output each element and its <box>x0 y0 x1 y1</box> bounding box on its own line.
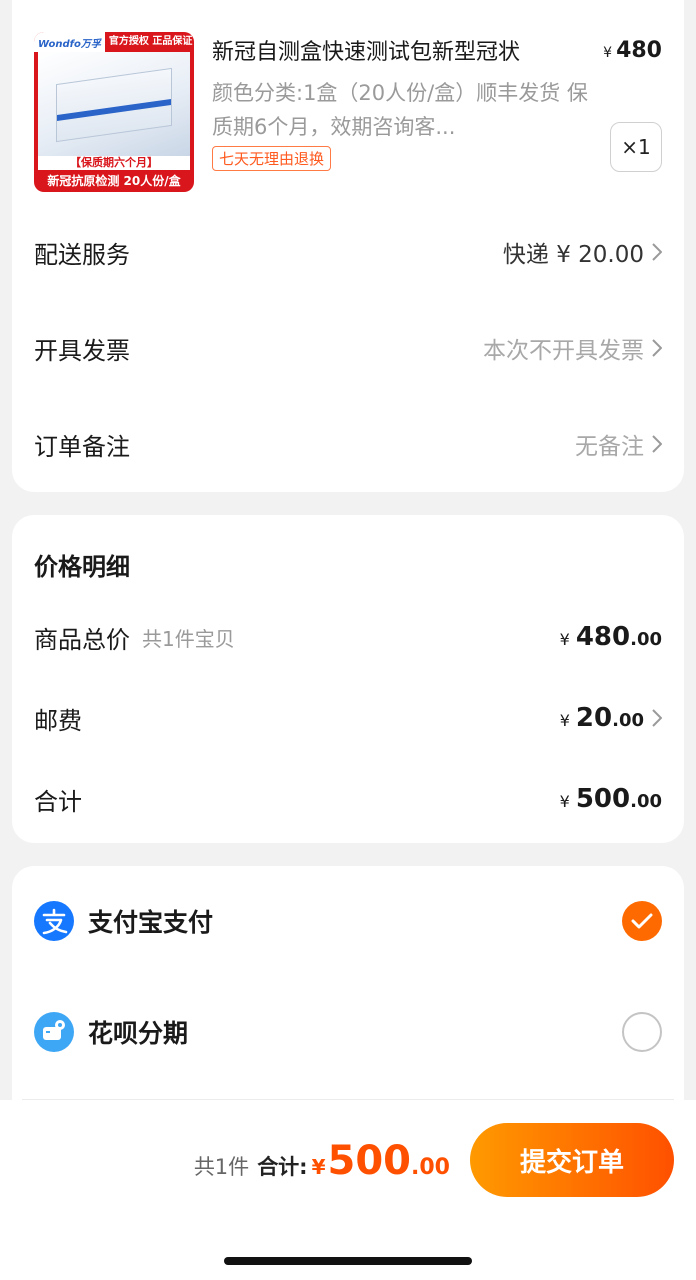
chevron-right-icon <box>652 243 662 261</box>
invoice-value-wrap: 本次不开具发票 <box>483 331 662 365</box>
huabei-radio-unchecked[interactable] <box>622 1012 662 1052</box>
invoice-label: 开具发票 <box>34 336 130 365</box>
goods-total-label: 商品总价 <box>34 625 130 654</box>
delivery-service-value: 快递 ¥ 20.00 <box>502 242 644 268</box>
product-price-symbol: ¥ <box>603 45 613 61</box>
product-image-shelf-life: 【保质期六个月】 <box>38 156 190 170</box>
checkout-total-decimal: .00 <box>411 1155 450 1180</box>
delivery-service-label: 配送服务 <box>34 240 130 269</box>
delivery-service-row[interactable]: 配送服务 快递 ¥ 20.00 <box>34 232 662 272</box>
order-note-row[interactable]: 订单备注 无备注 <box>34 424 662 464</box>
product-price: ¥480 <box>603 38 662 63</box>
goods-total-amount: ¥480.00 <box>559 622 662 652</box>
product-title[interactable]: 新冠自测盒快速测试包新型冠状 <box>212 34 582 66</box>
product-image-photo <box>38 52 190 156</box>
payment-option-huabei[interactable]: 花呗分期 <box>34 1010 662 1054</box>
invoice-row[interactable]: 开具发票 本次不开具发票 <box>34 328 662 368</box>
chevron-right-icon <box>652 709 662 727</box>
order-note-label: 订单备注 <box>34 432 130 461</box>
shipping-fee-row[interactable]: 邮费 ¥20.00 <box>34 698 662 738</box>
alipay-icon <box>34 901 74 941</box>
price-detail-card: 价格明细 商品总价 共1件宝贝 ¥480.00 邮费 ¥20.00 合计 ¥50… <box>12 515 684 843</box>
total-amount: ¥500.00 <box>559 784 662 814</box>
huabei-icon <box>34 1012 74 1052</box>
total-label: 合计 <box>34 787 82 816</box>
checkout-total-integer: 500 <box>327 1138 412 1184</box>
checkout-total: 共1件 合计: ¥ 500 .00 <box>194 1138 450 1184</box>
return-policy-tag: 七天无理由退换 <box>212 146 332 171</box>
checkout-bar: 共1件 合计: ¥ 500 .00 提交订单 <box>0 1100 696 1280</box>
invoice-value: 本次不开具发票 <box>483 338 644 364</box>
product-price-value: 480 <box>616 38 662 63</box>
huabei-label: 花呗分期 <box>88 1019 189 1048</box>
alipay-radio-checked[interactable] <box>622 901 662 941</box>
product-image-caption: 新冠抗原检测 20人份/盒 <box>47 174 181 188</box>
checkout-total-symbol: ¥ <box>311 1155 326 1179</box>
checkout-item-count: 共1件 <box>193 1155 250 1179</box>
delivery-service-value-wrap: 快递 ¥ 20.00 <box>503 235 662 269</box>
product-image-badge: 官方授权 正品保证 <box>104 32 194 52</box>
product-image[interactable]: Wondfo万孚 官方授权 正品保证 【保质期六个月】 新冠抗原检测 20人份/… <box>34 32 194 192</box>
price-detail-title: 价格明细 <box>34 553 130 581</box>
product-image-brand: Wondfo万孚 <box>38 38 101 50</box>
test-kit-box-graphic <box>56 67 172 143</box>
checkmark-icon <box>631 913 653 929</box>
product-spec: 颜色分类:1盒（20人份/盒）顺丰发货 保质期6个月，效期咨询客... <box>212 81 588 139</box>
home-indicator[interactable] <box>224 1257 472 1265</box>
goods-total-row: 商品总价 共1件宝贝 ¥480.00 <box>34 617 662 657</box>
order-card: Wondfo万孚 官方授权 正品保证 【保质期六个月】 新冠抗原检测 20人份/… <box>12 0 684 492</box>
payment-option-alipay[interactable]: 支付宝支付 <box>34 899 662 943</box>
alipay-label: 支付宝支付 <box>88 908 214 937</box>
shipping-fee-label: 邮费 <box>34 706 82 735</box>
submit-order-button[interactable]: 提交订单 <box>470 1123 674 1197</box>
product-image-banner: Wondfo万孚 官方授权 正品保证 <box>34 32 194 52</box>
order-note-value: 无备注 <box>575 434 644 460</box>
total-row: 合计 ¥500.00 <box>34 779 662 819</box>
goods-count: 共1件宝贝 <box>142 626 235 651</box>
order-note-value-wrap: 无备注 <box>575 427 662 461</box>
shipping-fee-amount: ¥20.00 <box>560 703 662 733</box>
chevron-right-icon <box>652 339 662 357</box>
checkout-total-label: 合计: <box>257 1155 308 1179</box>
quantity-box[interactable]: ×1 <box>610 122 662 172</box>
chevron-right-icon <box>652 435 662 453</box>
